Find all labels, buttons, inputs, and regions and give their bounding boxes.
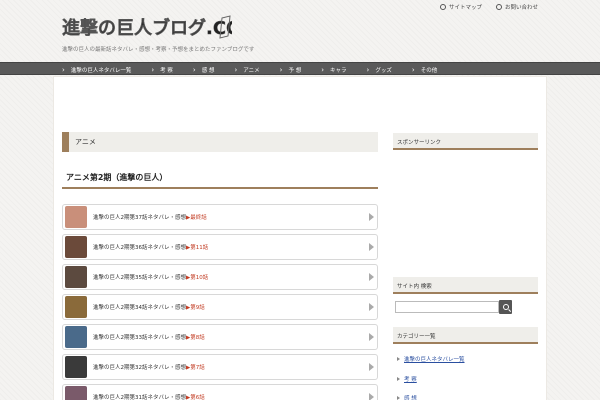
sidebar-link-impressions[interactable]: 感 想	[397, 394, 417, 400]
post-title-text: 進撃の巨人2期第37話ネタバレ・感想	[93, 215, 186, 221]
post-thumbnail	[65, 266, 87, 288]
nav-item-characters[interactable]: › キャラ	[321, 63, 366, 76]
chevron-right-icon: ›	[192, 65, 196, 74]
post-title: 進撃の巨人2期第36話ネタバレ・感想▶第11話	[93, 243, 208, 251]
arrow-right-icon	[369, 303, 374, 311]
post-title: 進撃の巨人2期第37話ネタバレ・感想▶最終話	[93, 213, 207, 221]
search-input[interactable]	[395, 301, 499, 313]
chevron-right-icon: ›	[279, 65, 283, 74]
contact-link[interactable]: お問い合わせ	[495, 3, 538, 11]
post-thumbnail	[65, 296, 87, 318]
bullet-icon	[397, 396, 400, 400]
post-item[interactable]: 進撃の巨人2期第37話ネタバレ・感想▶最終話	[62, 204, 378, 230]
post-item[interactable]: 進撃の巨人2期第35話ネタバレ・感想▶第10話	[62, 264, 378, 290]
chevron-right-icon: ›	[62, 65, 65, 74]
logo-text: 進撃の巨人ブログ.COM	[62, 17, 232, 39]
categories-widget-title: カテゴリー一覧	[393, 327, 538, 344]
sponsor-widget-title: スポンサーリンク	[393, 133, 538, 150]
post-episode: ▶第7話	[186, 365, 205, 371]
top-links: サイトマップ お問い合わせ	[439, 3, 538, 11]
sitemap-label: サイトマップ	[448, 5, 482, 11]
post-item[interactable]: 進撃の巨人2期第36話ネタバレ・感想▶第11話	[62, 234, 378, 260]
nav-label: 考 察	[160, 67, 173, 74]
search-widget-title: サイト内 検索	[393, 277, 538, 294]
arrow-right-icon	[369, 333, 374, 341]
nav-item-analysis[interactable]: › 考 察	[151, 63, 193, 76]
post-title: 進撃の巨人2期第35話ネタバレ・感想▶第10話	[93, 273, 208, 281]
category-heading: アニメ	[62, 132, 378, 152]
nav-item-predictions[interactable]: › 予 想	[280, 63, 322, 76]
nav-label: その他	[420, 67, 438, 74]
nav-item-goods[interactable]: › グッズ	[367, 63, 412, 76]
post-title: 進撃の巨人2期第32話ネタバレ・感想▶第7話	[93, 363, 205, 371]
post-item[interactable]: 進撃の巨人2期第34話ネタバレ・感想▶第9話	[62, 294, 378, 320]
post-title-text: 進撃の巨人2期第32話ネタバレ・感想	[93, 365, 186, 371]
post-title-text: 進撃の巨人2期第33話ネタバレ・感想	[93, 335, 186, 341]
post-title: 進撃の巨人2期第31話ネタバレ・感想▶第6話	[93, 393, 205, 400]
arrow-right-icon	[369, 273, 374, 281]
post-title: 進撃の巨人2期第34話ネタバレ・感想▶第9話	[93, 303, 205, 311]
nav-label: グッズ	[375, 67, 392, 74]
site-logo[interactable]: 進撃の巨人ブログ.COM	[62, 14, 232, 40]
main-navigation: › 進撃の巨人ネタバレ一覧 › 考 察 › 感 想 › アニメ › 予 想 › キャラ › グ…	[0, 62, 600, 75]
post-episode: ▶第9話	[186, 305, 205, 311]
post-episode: ▶第10話	[186, 275, 209, 281]
sidebar-link-analysis[interactable]: 考 察	[397, 375, 417, 383]
post-episode: ▶第6話	[186, 395, 205, 400]
site-header: 進撃の巨人ブログ.COM 進撃の巨人の最新話ネタバレ・感想・考察・予想をまとめた…	[0, 0, 600, 62]
post-thumbnail	[65, 236, 87, 258]
post-item[interactable]: 進撃の巨人2期第31話ネタバレ・感想▶第6話	[62, 384, 378, 400]
chevron-right-icon: ›	[234, 65, 238, 74]
sitemap-link[interactable]: サイトマップ	[439, 3, 482, 11]
post-episode: ▶第11話	[186, 245, 209, 251]
post-title-text: 進撃の巨人2期第36話ネタバレ・感想	[93, 245, 186, 251]
nav-label: アニメ	[243, 67, 260, 74]
post-title-text: 進撃の巨人2期第35話ネタバレ・感想	[93, 275, 186, 281]
nav-item-impressions[interactable]: › 感 想	[193, 63, 235, 76]
gear-icon	[439, 4, 446, 10]
post-item[interactable]: 進撃の巨人2期第32話ネタバレ・感想▶第7話	[62, 354, 378, 380]
sidebar-link-label: 感 想	[404, 396, 417, 400]
post-thumbnail	[65, 206, 87, 228]
post-title: 進撃の巨人2期第33話ネタバレ・感想▶第8話	[93, 333, 205, 341]
post-title-text: 進撃の巨人2期第31話ネタバレ・感想	[93, 395, 186, 400]
chevron-right-icon: ›	[151, 65, 155, 74]
post-episode: ▶最終話	[186, 215, 207, 221]
bullet-icon	[397, 357, 400, 361]
sidebar-link-label: 考 察	[404, 377, 417, 383]
chevron-right-icon: ›	[366, 65, 370, 74]
sidebar-link-spoilers[interactable]: 進撃の巨人ネタバレ一覧	[397, 355, 465, 363]
chevron-right-icon: ›	[321, 65, 325, 74]
post-thumbnail	[65, 326, 87, 348]
section-title: アニメ第2期（進撃の巨人）	[62, 166, 378, 189]
nav-item-other[interactable]: › その他	[412, 63, 457, 76]
arrow-right-icon	[369, 243, 374, 251]
nav-item-anime[interactable]: › アニメ	[234, 63, 279, 76]
site-tagline: 進撃の巨人の最新話ネタバレ・感想・考察・予想をまとめたファンブログです	[62, 47, 255, 53]
search-icon	[502, 304, 509, 310]
nav-label: 予 想	[288, 67, 302, 74]
search-button[interactable]	[499, 300, 512, 314]
arrow-right-icon	[369, 213, 374, 221]
sidebar-link-label: 進撃の巨人ネタバレ一覧	[404, 357, 465, 363]
chevron-right-icon: ›	[411, 65, 415, 74]
contact-label: お問い合わせ	[504, 5, 538, 11]
nav-label: 進撃の巨人ネタバレ一覧	[70, 67, 132, 74]
nav-label: キャラ	[330, 67, 347, 74]
nav-item-spoilers[interactable]: › 進撃の巨人ネタバレ一覧	[62, 63, 151, 76]
post-thumbnail	[65, 356, 87, 378]
bullet-icon	[397, 377, 400, 381]
nav-label: 感 想	[201, 67, 215, 74]
arrow-right-icon	[369, 363, 374, 371]
arrow-right-icon	[369, 393, 374, 400]
post-episode: ▶第8話	[186, 335, 205, 341]
post-item[interactable]: 進撃の巨人2期第33話ネタバレ・感想▶第8話	[62, 324, 378, 350]
post-title-text: 進撃の巨人2期第34話ネタバレ・感想	[93, 305, 186, 311]
post-thumbnail	[65, 386, 87, 400]
gear-icon	[495, 4, 502, 10]
